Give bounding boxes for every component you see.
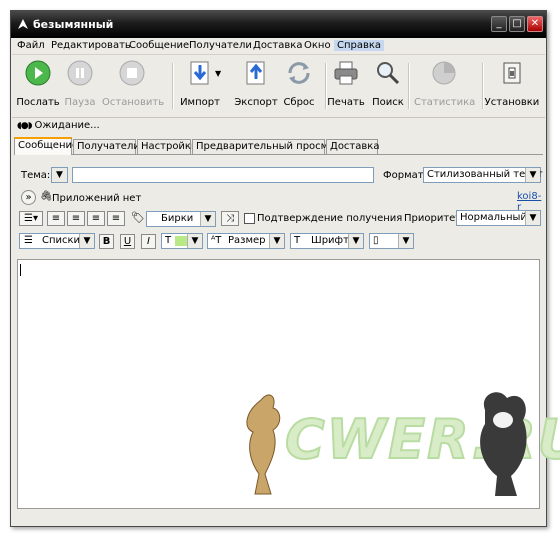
print-icon <box>334 61 358 85</box>
menu-help[interactable]: Справка <box>334 40 385 51</box>
horizontal-scrollbar[interactable] <box>17 510 540 523</box>
tab-delivery[interactable]: Доставка <box>326 139 379 154</box>
watermark-logo: CWER.RU <box>233 390 560 500</box>
settings-icon <box>503 62 521 84</box>
font-size-select[interactable]: ᴬT Размер ▼ <box>207 233 285 249</box>
settings-button[interactable]: Установки <box>482 59 542 108</box>
tab-message[interactable]: Сообщение <box>14 137 78 155</box>
menu-bar: Файл Редактировать Сообщение Получатели … <box>12 38 545 55</box>
chevron-down-icon: ▼ <box>269 234 284 248</box>
tab-settings[interactable]: Настройки <box>137 139 197 154</box>
pause-icon <box>67 60 93 86</box>
app-icon <box>18 19 28 29</box>
menu-message[interactable]: Сообщение <box>129 40 189 51</box>
maximize-button[interactable]: □ <box>509 16 525 32</box>
tags-select[interactable]: Бирки ▼ <box>146 211 216 227</box>
search-icon <box>377 62 400 85</box>
font-select[interactable]: T Шрифт ▼ <box>290 233 364 249</box>
font-icon: T <box>294 235 301 246</box>
close-button[interactable]: ✕ <box>527 16 543 32</box>
subject-label: Тема: <box>21 170 51 181</box>
menu-recipients[interactable]: Получатели <box>189 40 252 51</box>
chevron-down-icon: ▼ <box>200 212 215 226</box>
statistics-button[interactable]: Статистика <box>414 59 475 108</box>
subject-history-dropdown[interactable]: ▼ <box>51 167 68 183</box>
align-justify-button[interactable]: ≡ <box>107 211 125 226</box>
menu-window[interactable]: Окно <box>304 40 331 51</box>
lists-select[interactable]: ☰ Списки ▼ <box>19 233 95 249</box>
import-button[interactable]: Импорт <box>170 59 230 108</box>
main-window: безымянный _ □ ✕ Файл Редактировать Сооб… <box>10 10 560 527</box>
pause-button[interactable]: Пауза <box>50 59 110 108</box>
align-left-button[interactable]: ≡ <box>47 211 65 226</box>
italic-button[interactable]: I <box>141 234 156 249</box>
subject-input[interactable] <box>72 167 374 183</box>
minimize-button[interactable]: _ <box>491 16 507 32</box>
font-size-icon: ᴬT <box>211 235 222 246</box>
coyote-figure <box>246 394 281 495</box>
text-caret <box>20 264 21 276</box>
confirm-receipt-checkbox[interactable] <box>244 213 255 224</box>
message-editor[interactable]: CWER.RU <box>17 259 560 509</box>
priority-select[interactable]: Нормальный ▼ <box>456 210 541 226</box>
text-color-icon: T <box>165 235 172 246</box>
tab-preview[interactable]: Предварительный просмотр <box>192 139 347 154</box>
import-dropdown-icon[interactable]: ▼ <box>215 69 221 78</box>
status-line: ◖●◗ Ожидание... <box>17 120 100 134</box>
export-icon <box>246 61 265 85</box>
shuffle-button[interactable]: ⤨ <box>221 211 239 226</box>
tag-icon: 🏷 <box>131 211 145 224</box>
attachments-status: Приложений нет <box>52 193 142 204</box>
paragraph-style-button[interactable]: ☰▾ <box>19 211 43 226</box>
confirm-receipt-label: Подтверждение получения <box>257 213 403 224</box>
cat-figure <box>480 392 527 496</box>
menu-delivery[interactable]: Доставка <box>253 40 302 51</box>
format-label: Формат: <box>383 170 427 181</box>
chevron-down-icon: ▼ <box>187 234 202 248</box>
chevron-down-icon: ▼ <box>52 168 67 182</box>
chevron-down-icon: ▼ <box>348 234 363 248</box>
underline-button[interactable]: U <box>120 234 135 249</box>
menu-edit[interactable]: Редактировать <box>51 40 131 51</box>
align-right-button[interactable]: ≡ <box>87 211 105 226</box>
format-select[interactable]: Стилизованный текст ▼ <box>423 167 543 183</box>
toolbar: Послать Пауза Остановить Импорт ▼ Экспор… <box>12 55 545 118</box>
send-icon <box>25 60 51 86</box>
reset-icon <box>288 62 310 84</box>
status-text: Ожидание... <box>34 120 100 131</box>
paperclip-icon: 🖇 <box>40 191 53 202</box>
page-icon: ▯ <box>373 235 379 246</box>
chevron-down-icon: ▼ <box>525 168 540 182</box>
toolbar-separator <box>408 63 410 109</box>
tab-bar: Сообщение Получатели Настройки Предварит… <box>14 137 543 155</box>
chevron-down-icon: ▼ <box>398 234 413 248</box>
background-color-select[interactable]: ▯ ▼ <box>369 233 414 249</box>
chevron-down-icon: ▼ <box>525 211 540 225</box>
expand-attachments-button[interactable]: » <box>21 190 36 205</box>
chevron-down-icon: ▼ <box>79 234 94 248</box>
window-title: безымянный <box>33 18 114 31</box>
connection-icon: ◖●◗ <box>17 121 32 131</box>
import-icon <box>190 61 221 85</box>
stop-icon <box>119 60 145 86</box>
align-center-button[interactable]: ≡ <box>67 211 85 226</box>
menu-file[interactable]: Файл <box>17 40 45 51</box>
statistics-icon <box>432 61 456 85</box>
tab-recipients[interactable]: Получатели <box>73 139 140 154</box>
message-pane: Тема: ▼ Формат: Стилизованный текст ▼ » … <box>14 155 560 523</box>
stop-button[interactable]: Остановить <box>102 59 164 108</box>
bold-button[interactable]: B <box>99 234 114 249</box>
title-bar[interactable]: безымянный _ □ ✕ <box>11 11 546 38</box>
text-color-select[interactable]: T ▼ <box>161 233 203 249</box>
list-icon: ☰ <box>24 235 33 246</box>
